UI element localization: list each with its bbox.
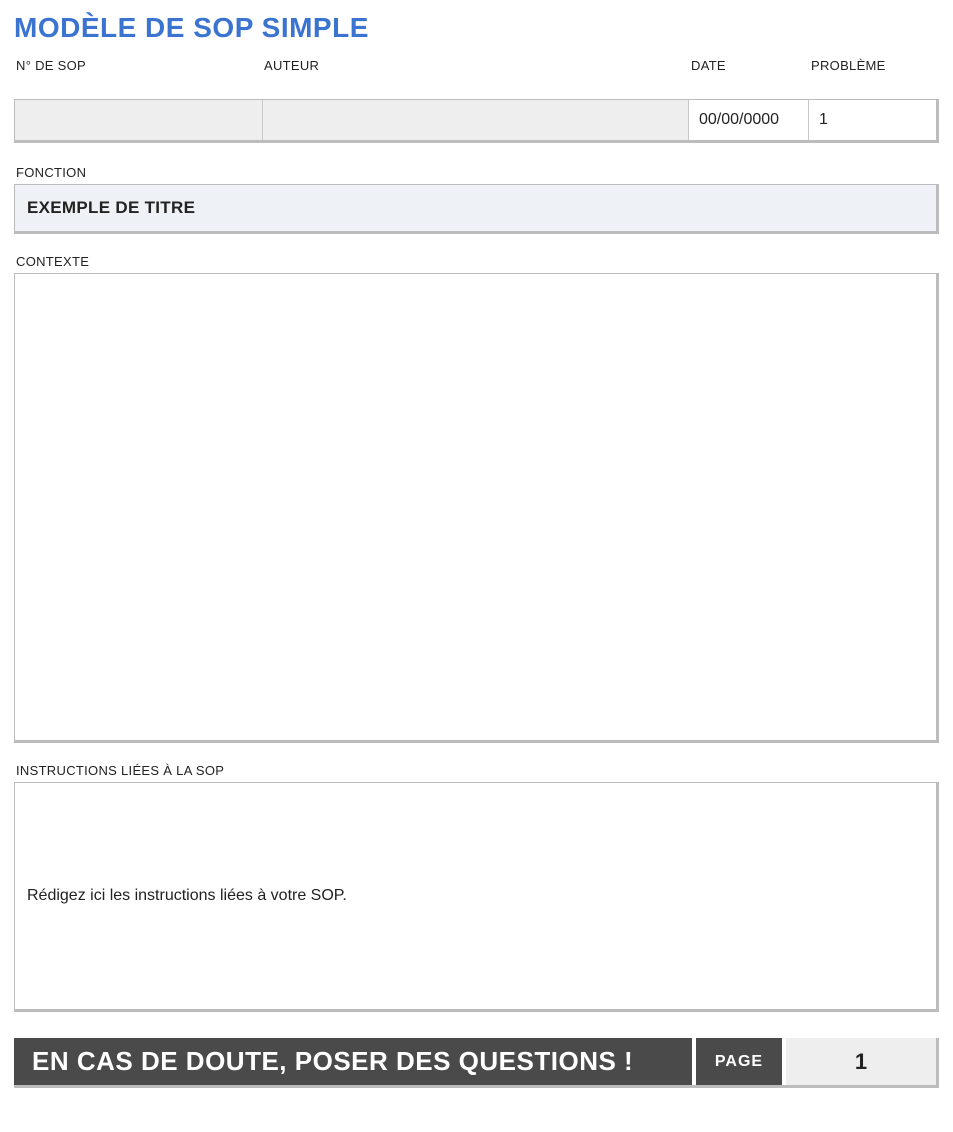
instructions-value: Rédigez ici les instructions liées à vot… — [27, 887, 347, 905]
instructions-box[interactable]: Rédigez ici les instructions liées à vot… — [14, 782, 939, 1012]
cell-author[interactable] — [263, 100, 689, 140]
label-instructions: INSTRUCTIONS LIÉES À LA SOP — [16, 763, 939, 778]
footer-bar: EN CAS DE DOUTE, POSER DES QUESTIONS ! P… — [14, 1038, 939, 1088]
section-contexte: CONTEXTE — [14, 254, 939, 743]
label-contexte: CONTEXTE — [16, 254, 939, 269]
info-cells: 00/00/0000 1 — [14, 99, 939, 143]
cell-date[interactable]: 00/00/0000 — [689, 100, 809, 140]
section-fonction: FONCTION EXEMPLE DE TITRE — [14, 165, 939, 234]
fonction-value: EXEMPLE DE TITRE — [27, 198, 195, 218]
contexte-box[interactable] — [14, 273, 939, 743]
footer-page-label: PAGE — [696, 1038, 786, 1085]
section-instructions: INSTRUCTIONS LIÉES À LA SOP Rédigez ici … — [14, 763, 939, 1012]
cell-problem[interactable]: 1 — [809, 100, 936, 140]
footer-page-number: 1 — [786, 1038, 936, 1085]
footer-message: EN CAS DE DOUTE, POSER DES QUESTIONS ! — [14, 1038, 696, 1085]
label-fonction: FONCTION — [16, 165, 939, 180]
label-sop-no: N° DE SOP — [16, 58, 262, 73]
page-title: MODÈLE DE SOP SIMPLE — [14, 12, 939, 44]
label-author: AUTEUR — [264, 58, 689, 73]
label-date: DATE — [691, 58, 809, 73]
cell-sop-no[interactable] — [15, 100, 263, 140]
info-header-row: N° DE SOP AUTEUR DATE PROBLÈME 00/00/000… — [14, 58, 939, 143]
fonction-box[interactable]: EXEMPLE DE TITRE — [14, 184, 939, 234]
label-problem: PROBLÈME — [811, 58, 939, 73]
